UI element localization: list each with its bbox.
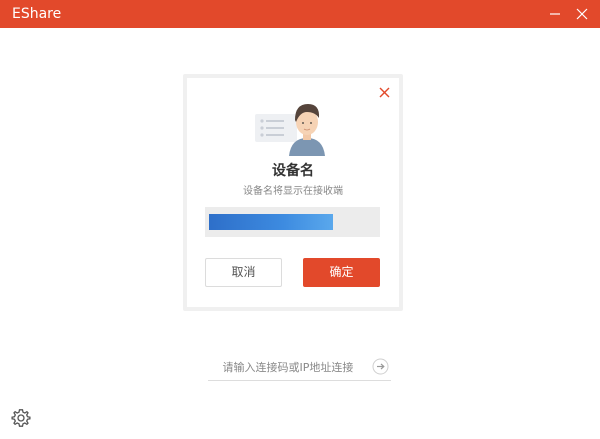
close-window-button[interactable] — [567, 0, 597, 28]
dialog-subtitle: 设备名将显示在接收端 — [243, 186, 343, 197]
user-device-illustration — [255, 104, 325, 156]
connect-row — [208, 356, 391, 381]
arrow-right-circle-icon[interactable] — [372, 358, 389, 375]
minimize-icon — [550, 13, 560, 15]
title-bar: EShare — [0, 0, 600, 28]
dialog-title: 设备名 — [272, 163, 314, 179]
minimize-button[interactable] — [540, 0, 570, 28]
close-icon — [379, 87, 389, 97]
confirm-button[interactable]: 确定 — [303, 258, 380, 287]
dialog-close-button[interactable] — [376, 84, 392, 100]
connect-code-input[interactable] — [208, 356, 368, 378]
app-title: EShare — [12, 6, 62, 22]
device-name-dialog: 设备名 设备名将显示在接收端 取消 确定 — [187, 78, 399, 307]
cancel-button[interactable]: 取消 — [205, 258, 282, 287]
close-icon — [576, 8, 588, 20]
gear-icon[interactable] — [11, 408, 31, 428]
device-name-selection-mask — [209, 214, 333, 230]
